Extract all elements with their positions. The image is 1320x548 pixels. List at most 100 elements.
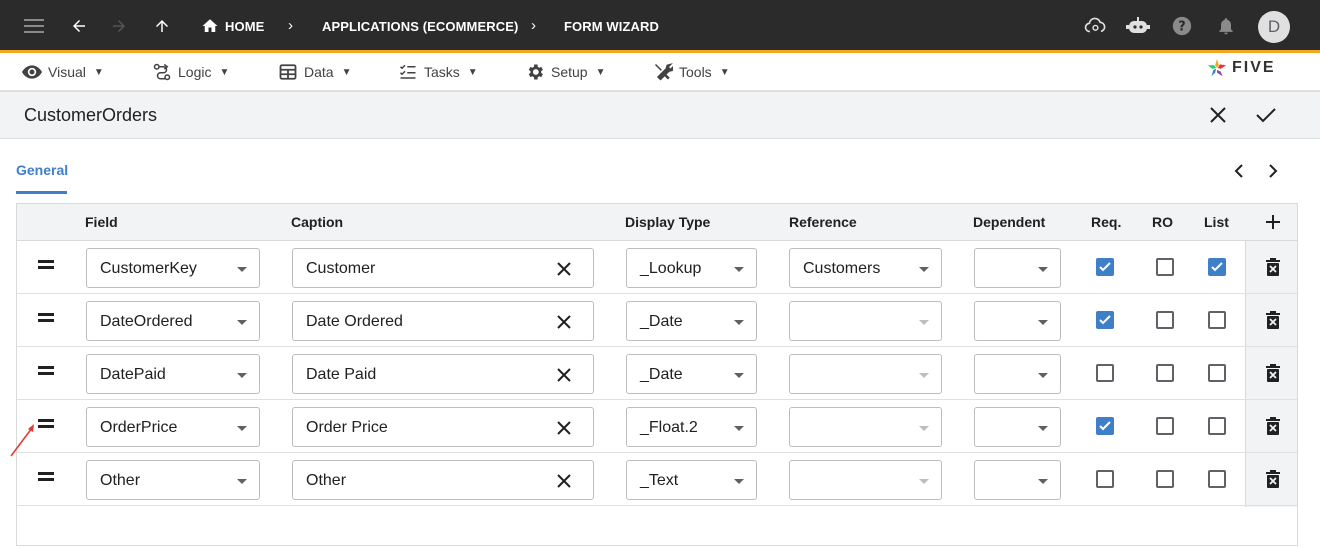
req-checkbox[interactable] bbox=[1096, 258, 1114, 276]
table-row: DatePaid Date Paid _Date bbox=[17, 347, 1297, 400]
cancel-close-icon[interactable] bbox=[1206, 103, 1230, 127]
menu-visual-label: Visual bbox=[48, 64, 86, 80]
caption-input[interactable]: Customer bbox=[292, 248, 594, 288]
five-logo: FIVE bbox=[1206, 57, 1276, 79]
caption-input[interactable]: Order Price bbox=[292, 407, 594, 447]
grid-header: Field Caption Display Type Reference Dep… bbox=[17, 204, 1297, 241]
drag-handle-icon[interactable] bbox=[38, 419, 54, 429]
field-select[interactable]: DateOrdered bbox=[86, 301, 260, 341]
ro-checkbox[interactable] bbox=[1156, 258, 1174, 276]
delete-trash-icon[interactable] bbox=[1266, 470, 1280, 488]
clear-x-icon[interactable] bbox=[555, 472, 573, 490]
dependent-select[interactable] bbox=[974, 460, 1061, 500]
clear-x-icon[interactable] bbox=[555, 260, 573, 278]
menu-setup[interactable]: Setup ▼ bbox=[525, 61, 606, 83]
field-select[interactable]: CustomerKey bbox=[86, 248, 260, 288]
dependent-select[interactable] bbox=[974, 301, 1061, 341]
drag-handle-icon[interactable] bbox=[38, 313, 54, 323]
reference-select-value: Customers bbox=[803, 260, 881, 277]
display-type-select[interactable]: _Float.2 bbox=[626, 407, 757, 447]
up-arrow-icon[interactable] bbox=[150, 14, 174, 38]
clear-x-icon[interactable] bbox=[555, 313, 573, 331]
caption-input-value: Customer bbox=[306, 260, 376, 277]
chevron-right-icon[interactable] bbox=[1262, 160, 1284, 182]
clear-x-icon[interactable] bbox=[555, 366, 573, 384]
display-type-select-value: _Float.2 bbox=[640, 419, 698, 436]
reference-select[interactable] bbox=[789, 407, 942, 447]
field-select[interactable]: OrderPrice bbox=[86, 407, 260, 447]
hamburger-menu-icon[interactable] bbox=[22, 14, 46, 38]
home-icon[interactable] bbox=[198, 14, 222, 38]
ro-checkbox[interactable] bbox=[1156, 311, 1174, 329]
column-header-dependent: Dependent bbox=[973, 214, 1046, 230]
dropdown-caret-icon bbox=[919, 267, 929, 272]
back-arrow-icon[interactable] bbox=[67, 14, 91, 38]
delete-trash-icon[interactable] bbox=[1266, 311, 1280, 329]
field-select[interactable]: DatePaid bbox=[86, 354, 260, 394]
breadcrumb-home[interactable]: HOME bbox=[225, 19, 264, 34]
field-select[interactable]: Other bbox=[86, 460, 260, 500]
breadcrumb-applications[interactable]: APPLICATIONS (ECOMMERCE) bbox=[322, 19, 518, 34]
field-select-value: OrderPrice bbox=[100, 419, 178, 436]
list-checkbox[interactable] bbox=[1208, 364, 1226, 382]
reference-select[interactable]: Customers bbox=[789, 248, 942, 288]
chatbot-icon[interactable] bbox=[1126, 14, 1150, 38]
add-row-plus-icon[interactable] bbox=[1265, 214, 1281, 230]
req-checkbox[interactable] bbox=[1096, 364, 1114, 382]
reference-select[interactable] bbox=[789, 460, 942, 500]
ro-checkbox[interactable] bbox=[1156, 364, 1174, 382]
table-row: Other Other _Text bbox=[17, 453, 1297, 506]
display-type-select[interactable]: _Text bbox=[626, 460, 757, 500]
breadcrumb-form-wizard[interactable]: FORM WIZARD bbox=[564, 19, 659, 34]
delete-trash-icon[interactable] bbox=[1266, 364, 1280, 382]
menu-tasks[interactable]: Tasks ▼ bbox=[398, 61, 478, 83]
caption-input-value: Date Ordered bbox=[306, 313, 403, 330]
dependent-select[interactable] bbox=[974, 407, 1061, 447]
dependent-select[interactable] bbox=[974, 248, 1061, 288]
dropdown-caret-icon bbox=[1038, 479, 1048, 484]
cloud-settings-icon[interactable] bbox=[1083, 14, 1107, 38]
drag-handle-icon[interactable] bbox=[38, 260, 54, 270]
display-type-select[interactable]: _Lookup bbox=[626, 248, 757, 288]
delete-trash-icon[interactable] bbox=[1266, 258, 1280, 276]
tab-general[interactable]: General bbox=[16, 162, 68, 178]
ro-checkbox[interactable] bbox=[1156, 470, 1174, 488]
display-type-select[interactable]: _Date bbox=[626, 301, 757, 341]
req-checkbox[interactable] bbox=[1096, 470, 1114, 488]
list-checkbox[interactable] bbox=[1208, 470, 1226, 488]
avatar[interactable]: D bbox=[1258, 11, 1290, 43]
reference-select[interactable] bbox=[789, 301, 942, 341]
forward-arrow-icon[interactable] bbox=[107, 14, 131, 38]
help-icon[interactable]: ? bbox=[1170, 14, 1194, 38]
dropdown-caret-icon bbox=[1038, 373, 1048, 378]
checkmark-icon bbox=[1099, 262, 1111, 272]
menu-tools[interactable]: Tools ▼ bbox=[653, 61, 730, 83]
list-checkbox[interactable] bbox=[1208, 258, 1226, 276]
delete-trash-icon[interactable] bbox=[1266, 417, 1280, 435]
reference-select[interactable] bbox=[789, 354, 942, 394]
menu-visual[interactable]: Visual ▼ bbox=[22, 61, 104, 83]
drag-handle-icon[interactable] bbox=[38, 472, 54, 482]
list-checkbox[interactable] bbox=[1208, 417, 1226, 435]
menu-data[interactable]: Data ▼ bbox=[278, 61, 351, 83]
tab-active-indicator bbox=[16, 191, 67, 194]
save-check-icon[interactable] bbox=[1254, 103, 1278, 127]
caption-input[interactable]: Other bbox=[292, 460, 594, 500]
menu-logic[interactable]: Logic ▼ bbox=[152, 61, 229, 83]
display-type-select[interactable]: _Date bbox=[626, 354, 757, 394]
caption-input[interactable]: Date Ordered bbox=[292, 301, 594, 341]
ro-checkbox[interactable] bbox=[1156, 417, 1174, 435]
req-checkbox[interactable] bbox=[1096, 311, 1114, 329]
caption-input[interactable]: Date Paid bbox=[292, 354, 594, 394]
notifications-bell-icon[interactable] bbox=[1214, 14, 1238, 38]
table-icon bbox=[279, 64, 297, 80]
drag-handle-icon[interactable] bbox=[38, 366, 54, 376]
top-app-bar: HOME › APPLICATIONS (ECOMMERCE) › FORM W… bbox=[0, 0, 1320, 53]
list-checkbox[interactable] bbox=[1208, 311, 1226, 329]
chevron-left-icon[interactable] bbox=[1228, 160, 1250, 182]
dropdown-caret-icon bbox=[1038, 320, 1048, 325]
req-checkbox[interactable] bbox=[1096, 417, 1114, 435]
dependent-select[interactable] bbox=[974, 354, 1061, 394]
menu-bar: Visual ▼ Logic ▼ Data ▼ Tasks ▼ Setup ▼ Tools… bbox=[0, 53, 1320, 91]
clear-x-icon[interactable] bbox=[555, 419, 573, 437]
